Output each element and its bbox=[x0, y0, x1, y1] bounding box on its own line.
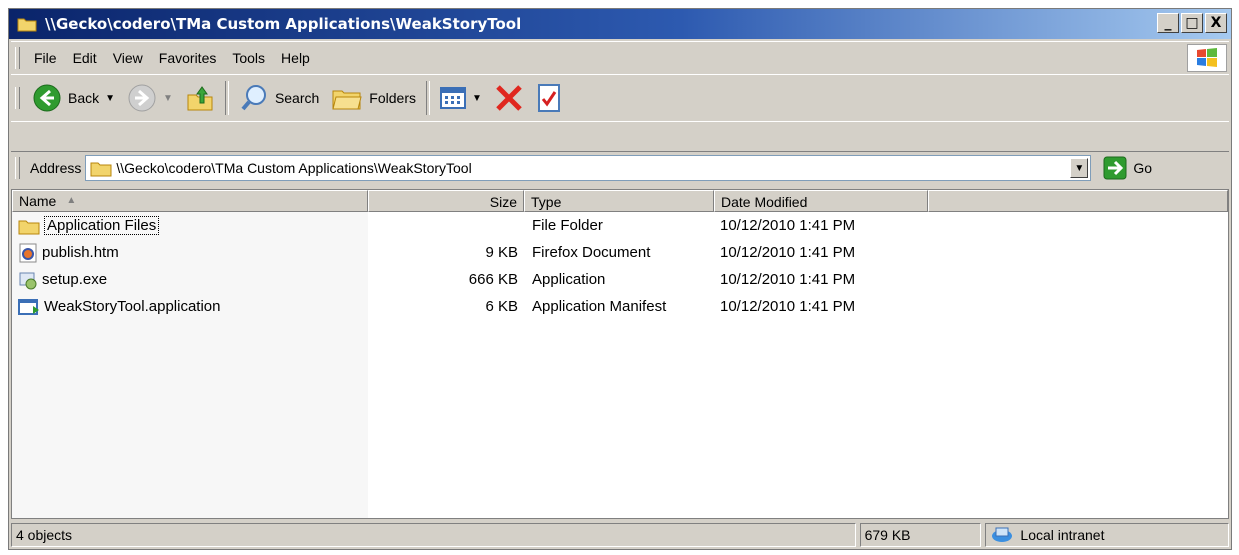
folders-label: Folders bbox=[369, 90, 416, 106]
firefox-document-icon bbox=[19, 243, 37, 262]
column-header-date[interactable]: Date Modified bbox=[714, 190, 928, 212]
address-value: \\Gecko\codero\TMa Custom Applications\W… bbox=[116, 160, 472, 176]
sort-arrow-icon: ▲ bbox=[66, 195, 77, 206]
maximize-button[interactable]: □ bbox=[1181, 13, 1203, 33]
address-input[interactable]: \\Gecko\codero\TMa Custom Applications\W… bbox=[85, 155, 1092, 181]
menu-file[interactable]: File bbox=[26, 50, 65, 66]
list-item[interactable]: publish.htm 9 KB Firefox Document 10/12/… bbox=[12, 239, 1228, 266]
go-arrow-icon bbox=[1103, 156, 1127, 180]
file-type: File Folder bbox=[532, 217, 603, 234]
status-zone: Local intranet bbox=[985, 523, 1229, 547]
chevron-down-icon[interactable]: ▼ bbox=[163, 93, 173, 104]
column-header-type[interactable]: Type bbox=[524, 190, 714, 212]
file-rows: Application Files File Folder 10/12/2010… bbox=[12, 212, 1228, 320]
search-icon bbox=[241, 85, 266, 111]
toolbar-grip[interactable] bbox=[15, 87, 20, 109]
go-label: Go bbox=[1133, 160, 1153, 176]
menu-bar: File Edit View Favorites Tools Help bbox=[11, 41, 1229, 75]
folders-button[interactable]: Folders bbox=[325, 78, 422, 118]
file-name: publish.htm bbox=[42, 244, 119, 261]
standard-toolbar: Back ▼ ▼ Search Folders ▼ bbox=[11, 75, 1229, 122]
setup-exe-icon bbox=[19, 272, 37, 289]
application-manifest-icon bbox=[18, 298, 39, 315]
delete-x-icon bbox=[496, 85, 522, 111]
status-size: 679 KB bbox=[859, 523, 982, 547]
list-item[interactable]: setup.exe 666 KB Application 10/12/2010 … bbox=[12, 266, 1228, 293]
file-name: WeakStoryTool.application bbox=[44, 298, 221, 315]
menu-view[interactable]: View bbox=[105, 50, 151, 66]
chevron-down-icon[interactable]: ▼ bbox=[472, 93, 482, 104]
address-label: Address bbox=[30, 160, 82, 176]
delete-button[interactable] bbox=[488, 78, 530, 118]
forward-button[interactable]: ▼ bbox=[121, 78, 179, 118]
column-header-empty bbox=[928, 190, 1228, 212]
search-label: Search bbox=[274, 90, 320, 106]
forward-arrow-icon bbox=[128, 84, 156, 112]
list-item[interactable]: WeakStoryTool.application 6 KB Applicati… bbox=[12, 293, 1228, 320]
status-objects: 4 objects bbox=[11, 523, 856, 547]
views-icon bbox=[439, 87, 466, 109]
file-size: 666 KB bbox=[468, 271, 518, 288]
folder-icon bbox=[90, 162, 112, 177]
chevron-down-icon[interactable]: ▼ bbox=[105, 93, 115, 104]
file-date: 10/12/2010 1:41 PM bbox=[720, 244, 856, 261]
column-header-size[interactable]: Size bbox=[368, 190, 524, 212]
up-folder-button[interactable] bbox=[179, 78, 221, 118]
window-title: \\Gecko\codero\TMa Custom Applications\W… bbox=[45, 15, 522, 33]
address-dropdown-button[interactable]: ▼ bbox=[1070, 158, 1089, 178]
menu-favorites[interactable]: Favorites bbox=[151, 50, 225, 66]
explorer-window: \\Gecko\codero\TMa Custom Applications\W… bbox=[8, 8, 1232, 550]
back-button[interactable]: Back ▼ bbox=[26, 78, 121, 118]
file-size: 6 KB bbox=[485, 298, 518, 315]
go-button[interactable]: Go bbox=[1103, 156, 1152, 180]
address-grip[interactable] bbox=[15, 157, 20, 179]
file-type: Application Manifest bbox=[532, 298, 667, 315]
folders-icon bbox=[332, 90, 362, 110]
file-name: setup.exe bbox=[42, 271, 108, 288]
list-header: Name ▲ Size Type Date Modified bbox=[12, 190, 1228, 212]
menu-edit[interactable]: Edit bbox=[65, 50, 105, 66]
list-item[interactable]: Application Files File Folder 10/12/2010… bbox=[12, 212, 1228, 239]
toolbar-separator bbox=[425, 81, 430, 115]
menu-grip[interactable] bbox=[15, 47, 20, 69]
file-date: 10/12/2010 1:41 PM bbox=[720, 298, 856, 315]
file-type: Firefox Document bbox=[532, 244, 651, 261]
properties-button[interactable] bbox=[530, 78, 568, 118]
file-date: 10/12/2010 1:41 PM bbox=[720, 271, 856, 288]
status-bar: 4 objects 679 KB Local intranet bbox=[11, 523, 1229, 549]
folder-icon bbox=[18, 220, 40, 234]
menu-help[interactable]: Help bbox=[273, 50, 318, 66]
back-label: Back bbox=[68, 90, 100, 106]
properties-check-icon bbox=[537, 84, 560, 112]
file-name: Application Files bbox=[44, 216, 160, 235]
file-type: Application bbox=[532, 271, 606, 288]
views-button[interactable]: ▼ bbox=[434, 78, 488, 118]
file-list-view[interactable]: Name ▲ Size Type Date Modified Applicati… bbox=[11, 189, 1229, 519]
up-folder-icon bbox=[187, 86, 213, 111]
file-date: 10/12/2010 1:41 PM bbox=[720, 217, 856, 234]
minimize-button[interactable]: _ bbox=[1157, 13, 1179, 33]
windows-logo-icon bbox=[1187, 44, 1227, 72]
column-header-name[interactable]: Name ▲ bbox=[12, 190, 368, 212]
title-bar[interactable]: \\Gecko\codero\TMa Custom Applications\W… bbox=[9, 9, 1231, 39]
file-size: 9 KB bbox=[485, 244, 518, 261]
close-button[interactable]: X bbox=[1205, 13, 1227, 33]
toolbar-separator bbox=[224, 81, 229, 115]
menu-tools[interactable]: Tools bbox=[224, 50, 273, 66]
back-arrow-icon bbox=[33, 84, 61, 112]
address-bar: Address \\Gecko\codero\TMa Custom Applic… bbox=[11, 151, 1229, 184]
local-intranet-icon bbox=[992, 527, 1013, 542]
folder-icon bbox=[17, 18, 37, 32]
search-button[interactable]: Search bbox=[233, 78, 325, 118]
